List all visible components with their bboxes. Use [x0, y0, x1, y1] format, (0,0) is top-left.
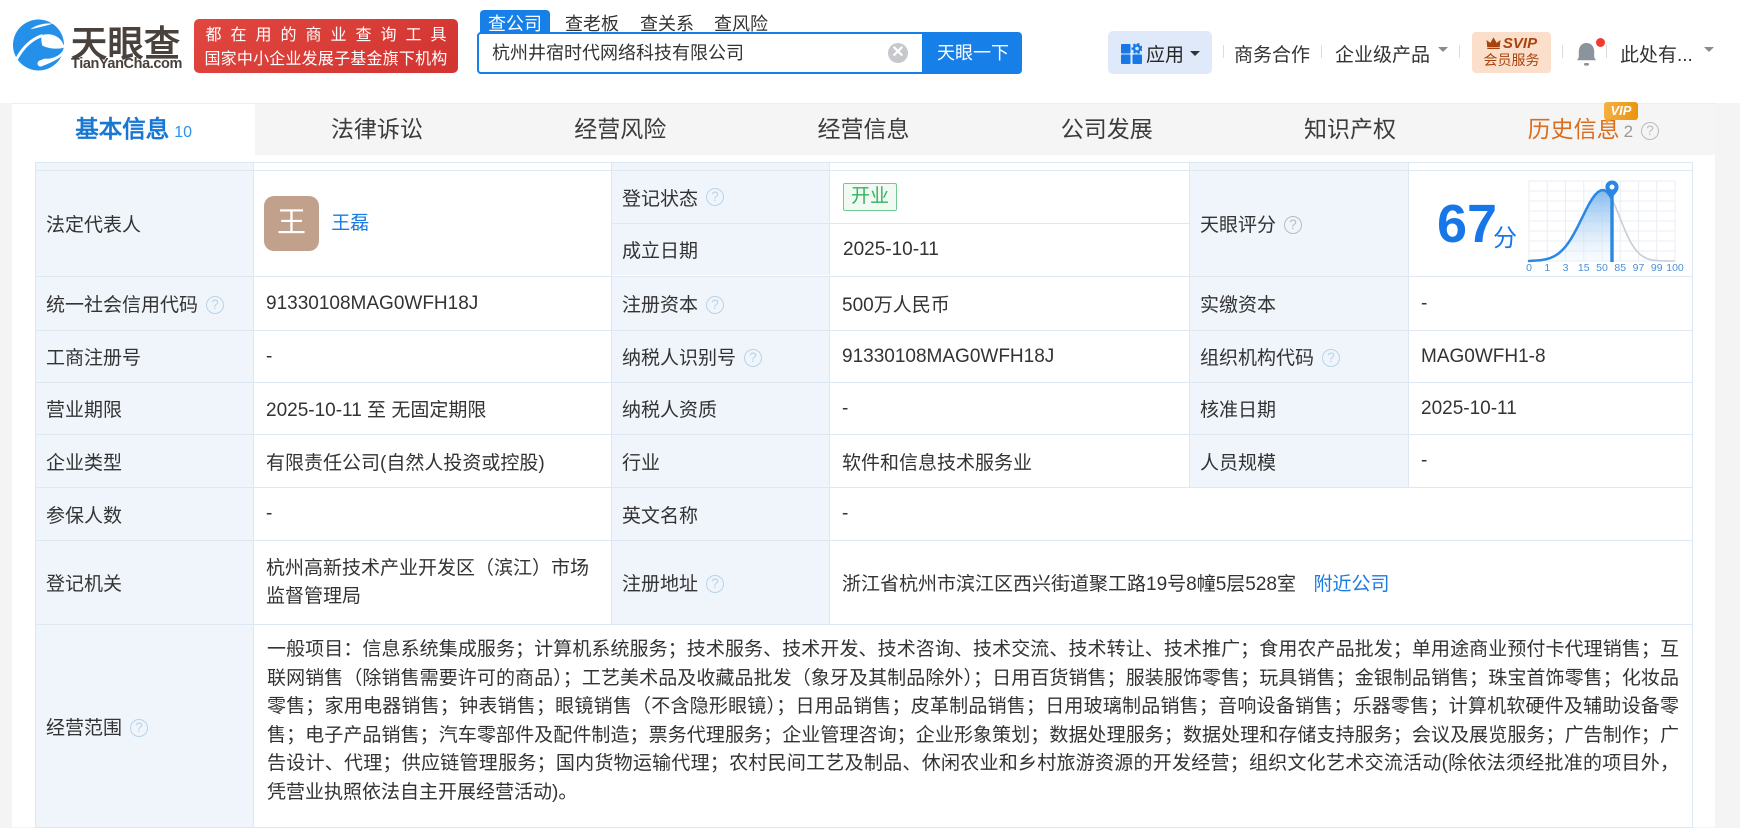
svg-text:100: 100	[1666, 262, 1684, 274]
svg-text:1: 1	[1544, 262, 1550, 274]
svg-text:97: 97	[1633, 262, 1645, 274]
svg-text:0: 0	[1526, 262, 1532, 274]
svg-text:50: 50	[1596, 262, 1608, 274]
svg-text:3: 3	[1563, 262, 1569, 274]
svg-text:85: 85	[1614, 262, 1626, 274]
svg-text:99: 99	[1651, 262, 1663, 274]
svg-text:15: 15	[1578, 262, 1590, 274]
